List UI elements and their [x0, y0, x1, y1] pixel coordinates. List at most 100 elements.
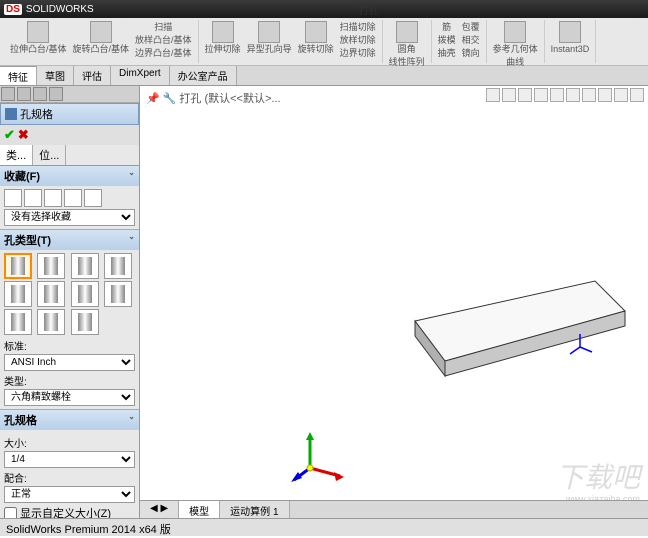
custom-size-checkbox[interactable]: 显示自定义大小(Z): [4, 505, 135, 518]
hole-spec-header[interactable]: 孔规格⌄: [0, 410, 139, 430]
tab-dimxpert[interactable]: DimXpert: [111, 66, 170, 85]
favorites-header[interactable]: 收藏(F)⌄: [0, 166, 139, 186]
favorites-section: 收藏(F)⌄ 没有选择收藏: [0, 166, 139, 230]
reference-geometry-button[interactable]: 参考几何体: [490, 20, 541, 55]
mirror-button[interactable]: 镜向: [459, 46, 483, 59]
display-style-icon[interactable]: [566, 88, 580, 102]
panel-title: 孔规格: [0, 103, 139, 125]
prev-view-icon[interactable]: [518, 88, 532, 102]
watermark: 下载吧: [556, 456, 640, 496]
hole-icon[interactable]: [71, 253, 99, 279]
hole-type-section: 孔类型(T)⌄ 标准: ANSI Inch 类型:: [0, 230, 139, 410]
collapse-icon: ⌄: [128, 168, 135, 184]
graphics-viewport[interactable]: 📌 🔧 打孔 (默认<<默认>... 下载吧 www.xiazaiba.com …: [140, 86, 648, 518]
doc-title: 打孔: [94, 2, 644, 17]
zoom-fit-icon[interactable]: [486, 88, 500, 102]
bottom-tabs: ◀ ▶ 模型 运动算例 1: [140, 500, 648, 518]
fav-apply-icon[interactable]: [4, 189, 22, 207]
pin-icon[interactable]: 📌: [146, 92, 160, 105]
straight-tap-icon[interactable]: [104, 253, 132, 279]
app-name: SOLIDWORKS: [26, 4, 94, 15]
command-tabs: 特征 草图 评估 DimXpert 办公室产品: [0, 66, 648, 86]
fav-load-icon[interactable]: [84, 189, 102, 207]
legacy-icon[interactable]: [37, 281, 65, 307]
fly-out-tree[interactable]: 📌 🔧 打孔 (默认<<默认>...: [146, 90, 281, 106]
draft-button[interactable]: 拨模: [435, 33, 459, 46]
standard-select[interactable]: ANSI Inch: [4, 354, 135, 371]
view-triad-icon[interactable]: [290, 428, 350, 488]
type-select[interactable]: 六角精致螺栓: [4, 389, 135, 406]
part-icon: 🔧: [163, 92, 177, 105]
btab-nav[interactable]: ◀ ▶: [140, 501, 179, 518]
revolve-boss-button[interactable]: 旋转凸台/基体: [70, 20, 133, 59]
standard-label: 标准:: [4, 338, 135, 353]
slot-cb-icon[interactable]: [71, 281, 99, 307]
tab-sketch[interactable]: 草图: [37, 66, 74, 85]
extrude-boss-button[interactable]: 拉伸凸台/基体: [7, 20, 70, 59]
size-label: 大小:: [4, 435, 135, 450]
config-icon[interactable]: [33, 87, 47, 101]
subtab-position[interactable]: 位...: [33, 145, 66, 165]
type10-icon[interactable]: [37, 309, 65, 335]
fillet-button[interactable]: 圆角: [393, 20, 421, 55]
boundary-cut-button[interactable]: 边界切除: [337, 46, 379, 59]
btab-model[interactable]: 模型: [179, 501, 220, 518]
instant3d-button[interactable]: Instant3D: [548, 20, 593, 55]
cancel-button[interactable]: ✖: [18, 127, 29, 143]
tab-evaluate[interactable]: 评估: [74, 66, 111, 85]
slot-cs-icon[interactable]: [104, 281, 132, 307]
section-view-icon[interactable]: [534, 88, 548, 102]
shell-button[interactable]: 抽壳: [435, 46, 459, 59]
fav-delete-icon[interactable]: [44, 189, 62, 207]
type11-icon[interactable]: [71, 309, 99, 335]
collapse-icon: ⌄: [128, 232, 135, 248]
curves-button[interactable]: 曲线: [503, 55, 527, 68]
extrude-cut-button[interactable]: 拉伸切除: [202, 20, 244, 59]
rib-button[interactable]: 筋: [435, 20, 459, 33]
model-plate[interactable]: [395, 271, 645, 411]
status-bar: SolidWorks Premium 2014 x64 版: [0, 518, 648, 536]
slot-icon[interactable]: [4, 309, 32, 335]
tab-office[interactable]: 办公室产品: [170, 66, 237, 85]
fav-save-icon[interactable]: [64, 189, 82, 207]
tab-features[interactable]: 特征: [0, 66, 37, 85]
side-toolbar: [0, 86, 139, 103]
view-orient-icon[interactable]: [550, 88, 564, 102]
loft-cut-button[interactable]: 放样切除: [337, 33, 379, 46]
appearance-icon[interactable]: [598, 88, 612, 102]
ok-button[interactable]: ✔: [4, 127, 15, 143]
intersect-button[interactable]: 相交: [459, 33, 483, 46]
scene-icon[interactable]: [614, 88, 628, 102]
hole-spec-section: 孔规格⌄ 大小: 1/4 配合: 正常 显示自定义大小(Z): [0, 410, 139, 518]
view-settings-icon[interactable]: [630, 88, 644, 102]
hole-type-header[interactable]: 孔类型(T)⌄: [0, 230, 139, 250]
zoom-area-icon[interactable]: [502, 88, 516, 102]
origin-triad-icon: [565, 332, 595, 362]
app-logo: DS: [4, 4, 22, 15]
wrap-button[interactable]: 包覆: [459, 20, 483, 33]
fit-select[interactable]: 正常: [4, 486, 135, 503]
size-select[interactable]: 1/4: [4, 451, 135, 468]
tree-icon[interactable]: [1, 87, 15, 101]
fav-add-icon[interactable]: [24, 189, 42, 207]
linear-pattern-button[interactable]: 线性阵列: [386, 55, 428, 68]
boundary-boss-button[interactable]: 边界凸台/基体: [132, 46, 195, 59]
viewport-toolbar: [486, 88, 644, 102]
pm-icon[interactable]: [17, 87, 31, 101]
loft-boss-button[interactable]: 放样凸台/基体: [132, 33, 195, 46]
misc-icon[interactable]: [49, 87, 63, 101]
favorites-select[interactable]: 没有选择收藏: [4, 209, 135, 226]
hole-wizard-button[interactable]: 异型孔向导: [244, 20, 295, 59]
ribbon: 拉伸凸台/基体 旋转凸台/基体 扫描 放样凸台/基体 边界凸台/基体 拉伸切除 …: [0, 18, 648, 66]
countersink-icon[interactable]: [37, 253, 65, 279]
tapered-tap-icon[interactable]: [4, 281, 32, 307]
subtab-type[interactable]: 类...: [0, 145, 33, 165]
revolve-cut-button[interactable]: 旋转切除: [295, 20, 337, 59]
hide-show-icon[interactable]: [582, 88, 596, 102]
sweep-button[interactable]: 扫描: [132, 20, 195, 33]
type-label: 类型:: [4, 373, 135, 388]
btab-motion[interactable]: 运动算例 1: [220, 501, 289, 518]
counterbore-icon[interactable]: [4, 253, 32, 279]
sweep-cut-button[interactable]: 扫描切除: [337, 20, 379, 33]
collapse-icon: ⌄: [128, 412, 135, 428]
